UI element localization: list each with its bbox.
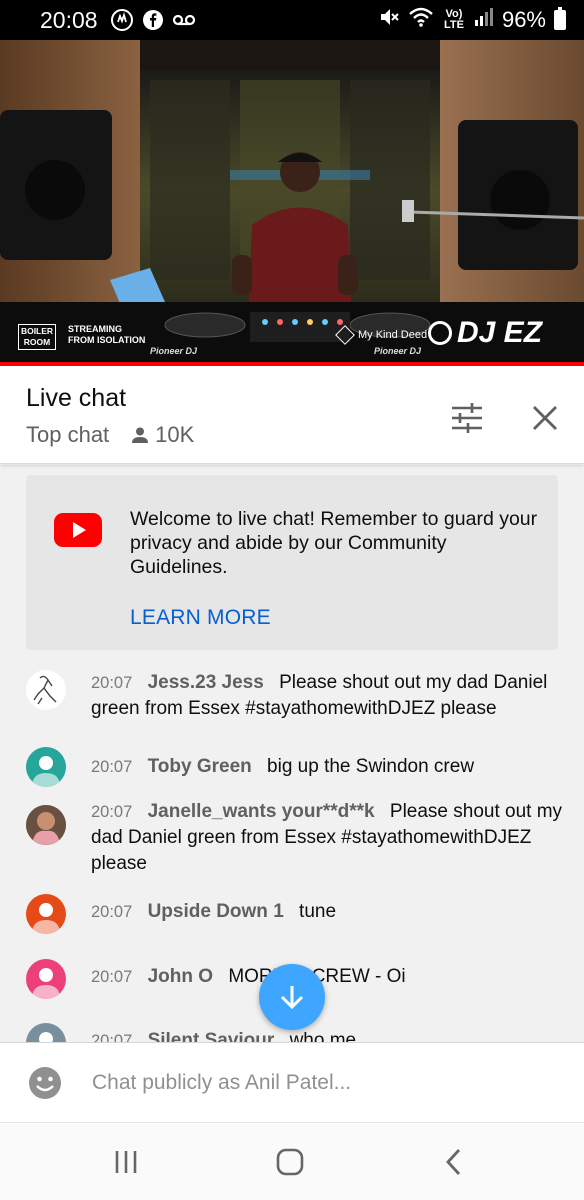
close-icon bbox=[533, 406, 557, 430]
network-label: Vo) LTE bbox=[443, 8, 464, 31]
message-body: who me bbox=[289, 1030, 357, 1042]
mixer-brand-left: Pioneer DJ bbox=[150, 346, 198, 356]
recent-apps-icon bbox=[115, 1151, 137, 1173]
message-text-block: 20:07 Jess.23 Jess Please shout out my d… bbox=[91, 670, 566, 722]
back-icon bbox=[446, 1149, 461, 1175]
message-timestamp: 20:07 bbox=[91, 803, 133, 821]
message-timestamp: 20:07 bbox=[91, 968, 133, 986]
message-timestamp: 20:07 bbox=[91, 903, 133, 921]
welcome-banner: Welcome to live chat! Remember to guard … bbox=[26, 475, 558, 650]
message-timestamp: 20:07 bbox=[91, 758, 133, 776]
logo-text-line1: BOILER bbox=[20, 326, 54, 336]
message-author[interactable]: Janelle_wants your**d**k bbox=[148, 801, 375, 822]
wifi-icon bbox=[408, 6, 434, 34]
message-body: tune bbox=[299, 901, 337, 922]
artist-text: DJ EZ bbox=[457, 316, 543, 349]
chat-header: Live chat Top chat 10K bbox=[0, 366, 584, 464]
message-body: big up the Swindon crew bbox=[267, 756, 475, 777]
home-icon bbox=[276, 1148, 304, 1176]
status-time: 20:08 bbox=[40, 6, 98, 33]
streaming-line1: STREAMING bbox=[68, 324, 122, 334]
chat-message-list[interactable]: Welcome to live chat! Remember to guard … bbox=[0, 465, 584, 1042]
viewer-count-value: 10K bbox=[155, 422, 195, 447]
hand-icon bbox=[110, 8, 134, 32]
message-timestamp: 20:07 bbox=[91, 674, 133, 692]
chat-mode-label: Top chat bbox=[26, 422, 110, 447]
arrow-down-icon bbox=[280, 986, 304, 1010]
default-avatar bbox=[26, 1023, 66, 1042]
filter-button[interactable] bbox=[449, 400, 485, 436]
voicemail-icon bbox=[172, 13, 196, 27]
mute-icon bbox=[378, 6, 400, 34]
logo-text-line2: ROOM bbox=[23, 337, 51, 347]
emoji-icon bbox=[29, 1066, 61, 1099]
viewer-count: 10K bbox=[131, 422, 194, 448]
message-text-block: 20:07 Janelle_wants your**d**k Please sh… bbox=[91, 799, 566, 877]
status-bar: 20:08 Vo) LTE 96% bbox=[0, 0, 584, 40]
message-author[interactable]: Jess.23 Jess bbox=[148, 672, 264, 693]
system-nav-bar bbox=[0, 1122, 584, 1200]
message-timestamp: 20:07 bbox=[91, 1032, 133, 1042]
default-avatar bbox=[26, 894, 66, 934]
signal-icon bbox=[474, 7, 494, 33]
message-author[interactable]: Silent Saviour bbox=[148, 1030, 275, 1042]
photo-avatar bbox=[26, 805, 66, 845]
sliders-icon bbox=[452, 403, 482, 433]
artist-logo: DJ EZ bbox=[428, 316, 542, 350]
recent-apps-button[interactable] bbox=[106, 1145, 146, 1179]
sponsor-icon bbox=[335, 325, 355, 345]
chat-input-bar: Chat publicly as Anil Patel... bbox=[0, 1042, 584, 1122]
message-author[interactable]: Toby Green bbox=[148, 756, 252, 777]
boiler-room-logo: BOILER ROOM bbox=[18, 324, 56, 350]
facebook-icon bbox=[142, 9, 164, 31]
default-avatar bbox=[26, 959, 66, 999]
message-text-block: 20:07 John O MORE ... CREW - Oi bbox=[91, 959, 566, 990]
chat-message[interactable]: 20:07 Jess.23 Jess Please shout out my d… bbox=[26, 670, 566, 722]
chat-message[interactable]: 20:07 Toby Green big up the Swindon crew bbox=[26, 747, 566, 787]
emoji-button[interactable] bbox=[28, 1066, 62, 1100]
home-button[interactable] bbox=[270, 1145, 310, 1179]
message-author[interactable]: Upside Down 1 bbox=[148, 901, 284, 922]
youtube-logo-icon bbox=[54, 513, 102, 547]
sponsor-logo: My Kind Deed bbox=[335, 325, 428, 345]
drawing-avatar bbox=[26, 670, 66, 710]
back-button[interactable] bbox=[434, 1145, 474, 1179]
video-player[interactable]: BOILER ROOM STREAMING FROM ISOLATION Pio… bbox=[0, 40, 584, 366]
streaming-label: STREAMING FROM ISOLATION bbox=[68, 324, 145, 346]
message-text-block: 20:07 Toby Green big up the Swindon crew bbox=[91, 747, 566, 780]
chat-mode-selector[interactable]: Top chat 10K bbox=[26, 422, 194, 448]
chat-message[interactable]: 20:07 Janelle_wants your**d**k Please sh… bbox=[26, 799, 566, 877]
default-avatar bbox=[26, 747, 66, 787]
battery-percent: 96% bbox=[501, 7, 546, 32]
welcome-message: Welcome to live chat! Remember to guard … bbox=[130, 508, 538, 578]
message-author[interactable]: John O bbox=[148, 966, 213, 987]
chat-title: Live chat bbox=[26, 384, 127, 412]
learn-more-link[interactable]: LEARN MORE bbox=[130, 606, 271, 630]
chat-message[interactable]: 20:07 Upside Down 1 tune bbox=[26, 894, 566, 934]
scroll-to-bottom-button[interactable] bbox=[259, 964, 325, 1030]
battery-icon bbox=[554, 7, 566, 30]
sponsor-text: My Kind Deed bbox=[358, 329, 428, 341]
mixer-brand-right: Pioneer DJ bbox=[374, 346, 422, 356]
chat-input-field[interactable]: Chat publicly as Anil Patel... bbox=[92, 1071, 351, 1095]
streaming-line2: FROM ISOLATION bbox=[68, 335, 146, 345]
person-icon bbox=[132, 427, 149, 443]
message-text-block: 20:07 Silent Saviour who me bbox=[91, 1023, 566, 1042]
close-button[interactable] bbox=[527, 400, 563, 436]
message-text-block: 20:07 Upside Down 1 tune bbox=[91, 894, 566, 925]
artist-logo-icon bbox=[428, 321, 452, 345]
